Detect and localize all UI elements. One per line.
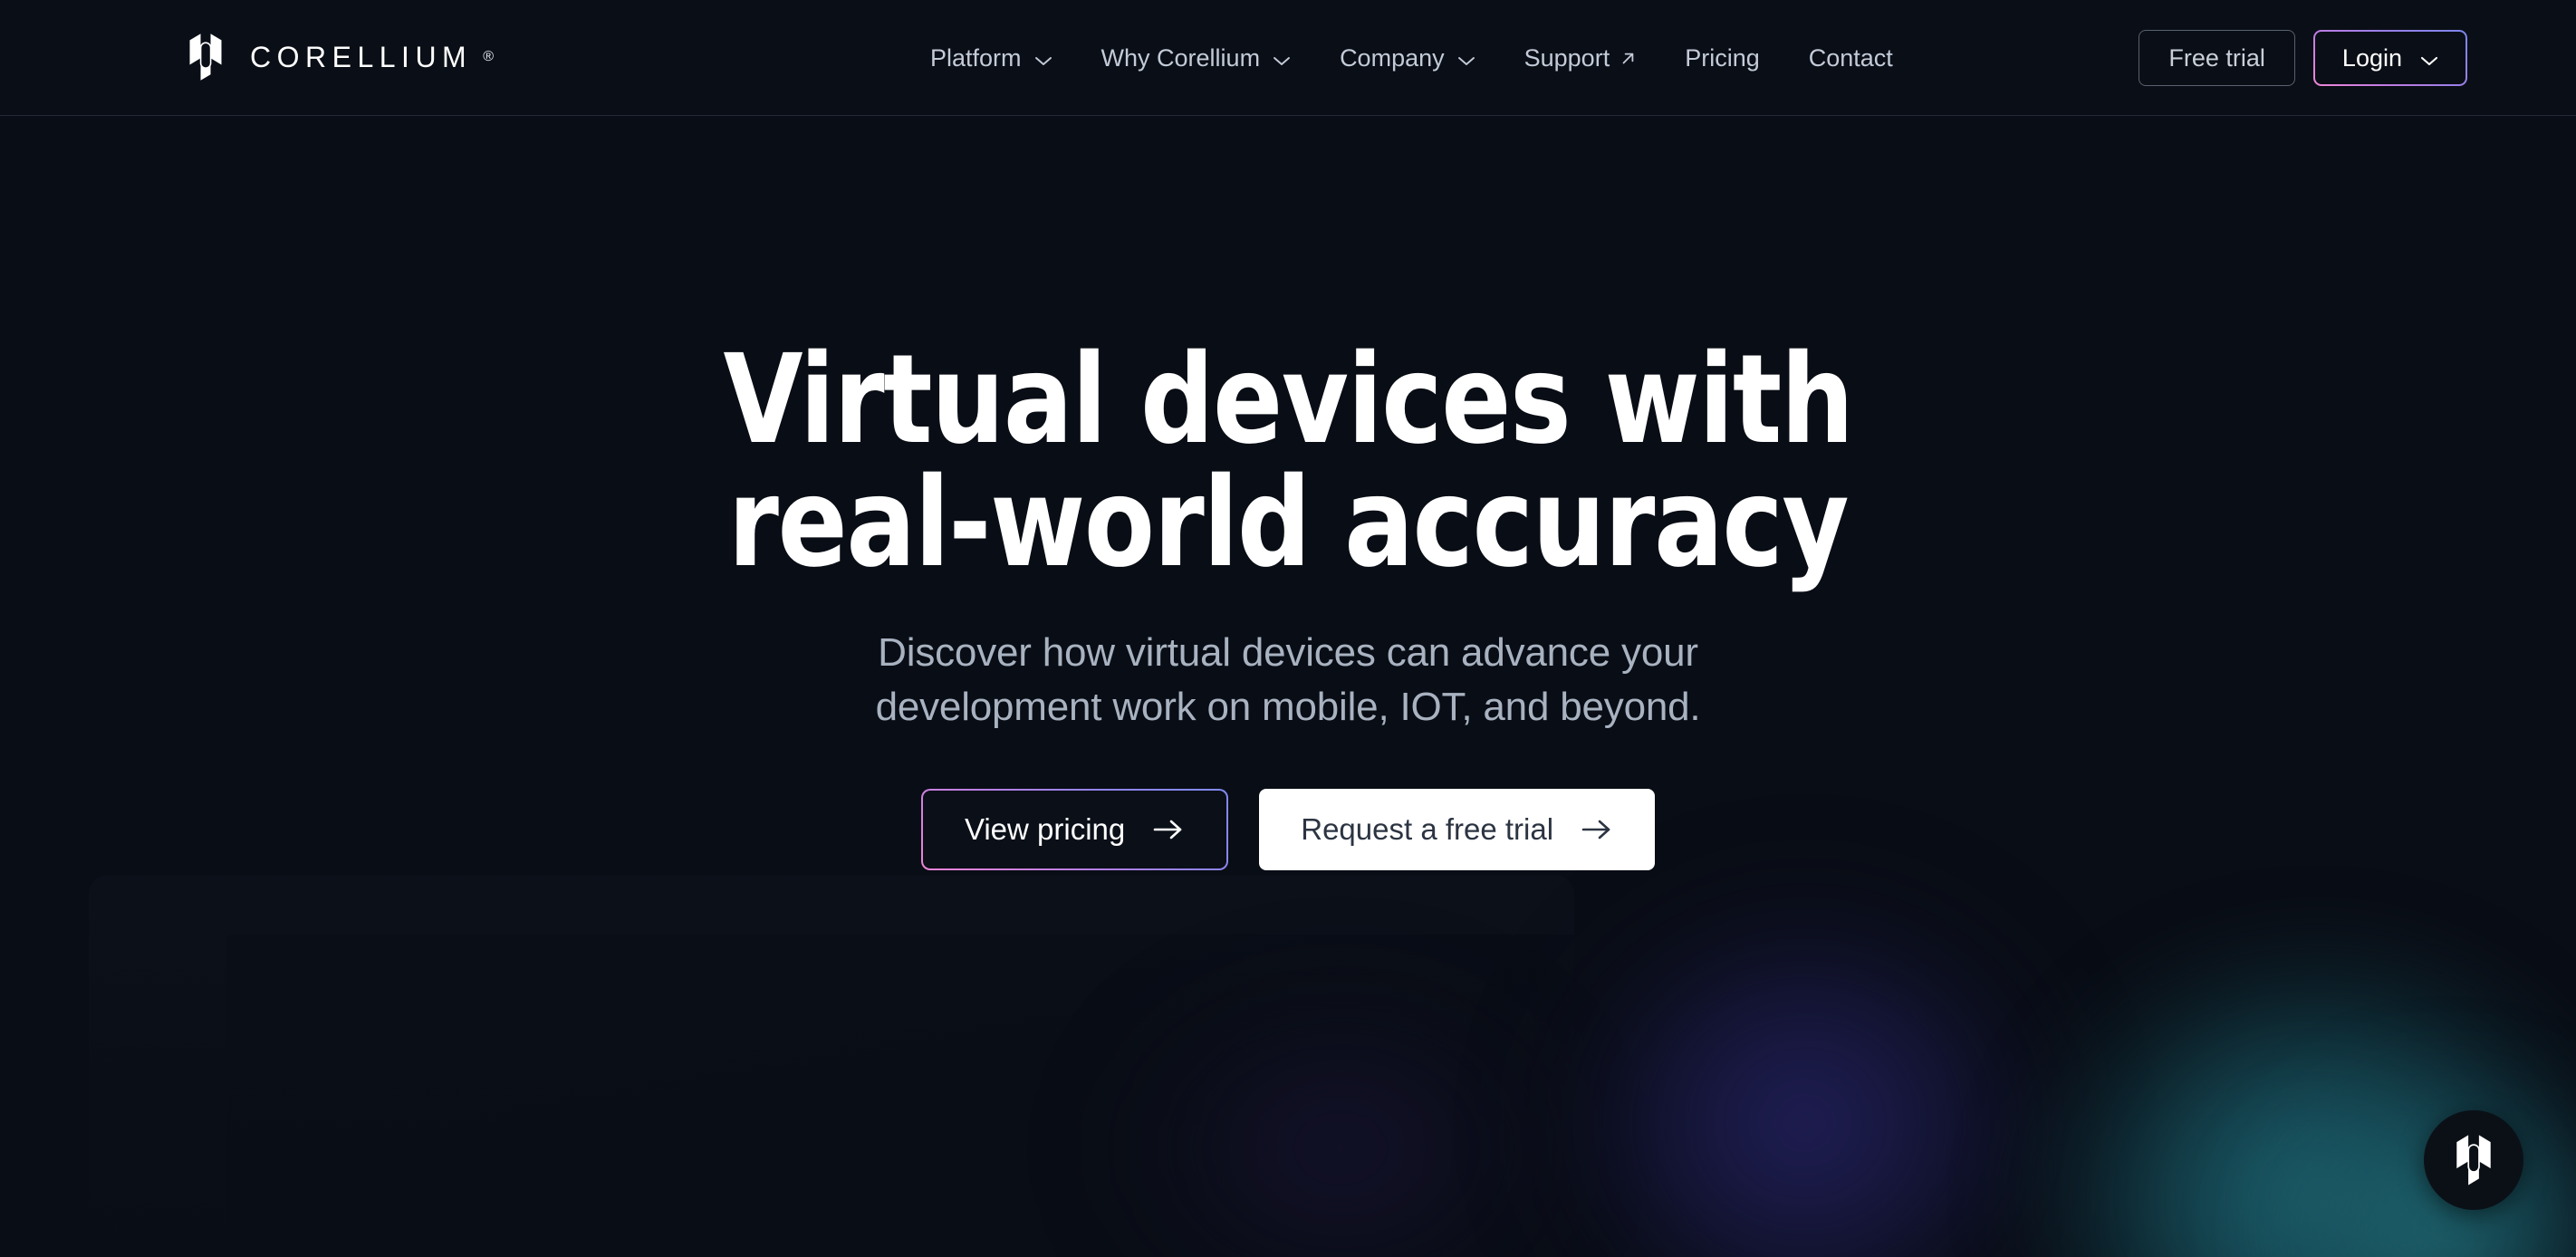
hero-heading-line-2: real-world accuracy (727, 452, 1850, 595)
chevron-down-icon (1034, 46, 1053, 71)
brand-wordmark: CORELLIUM (250, 41, 473, 73)
hero-screenshot-fade-overlay (0, 875, 1721, 1257)
login-button-inner: Login (2314, 32, 2465, 84)
hero-product-screenshot (89, 875, 1574, 1257)
arrow-right-icon (1581, 816, 1613, 843)
external-link-icon (1622, 46, 1636, 71)
nav-item-contact[interactable]: Contact (1784, 0, 1918, 116)
hero-section: Virtual devices with real-world accuracy… (0, 116, 2576, 1257)
request-free-trial-button-label: Request a free trial (1301, 811, 1554, 846)
chevron-down-icon (1273, 46, 1291, 71)
view-pricing-button-label: View pricing (964, 811, 1126, 846)
arrow-right-icon (1152, 816, 1185, 843)
nav-item-support[interactable]: Support (1500, 0, 1661, 116)
nav-item-why-corellium[interactable]: Why Corellium (1077, 0, 1316, 116)
view-pricing-button-inner: View pricing (922, 790, 1227, 868)
hero-heading-line-1: Virtual devices with (723, 329, 1853, 472)
registered-trademark-symbol: ® (483, 49, 494, 64)
primary-navigation: Platform Why Corellium Company Support P… (906, 0, 1918, 116)
nav-item-label: Support (1523, 43, 1610, 72)
free-trial-button[interactable]: Free trial (2139, 30, 2295, 86)
hero-subtitle-line-2: development work on mobile, IOT, and bey… (875, 685, 1701, 730)
corellium-landing-page: CORELLIUM ® Platform Why Corellium Compa… (0, 0, 2576, 1257)
corellium-logo-mark-icon (2453, 1132, 2494, 1188)
hero-heading: Virtual devices with real-world accuracy (91, 339, 2486, 585)
nav-item-label: Company (1340, 43, 1445, 72)
brand-logo-link[interactable]: CORELLIUM ® (187, 29, 494, 85)
indigo-glow (1431, 831, 2210, 1257)
nav-item-label: Why Corellium (1101, 43, 1261, 72)
login-button[interactable]: Login (2312, 30, 2467, 86)
hero-content: Virtual devices with real-world accuracy… (0, 116, 2576, 870)
login-button-label: Login (2341, 43, 2402, 72)
header-actions: Free trial Login (2139, 0, 2467, 116)
request-free-trial-button[interactable]: Request a free trial (1259, 788, 1656, 870)
violet-glow (1024, 913, 1658, 1257)
hero-screenshot-topbar (89, 875, 1574, 935)
chevron-down-icon (1457, 46, 1475, 71)
nav-item-company[interactable]: Company (1315, 0, 1500, 116)
hero-screenshot-sidebar (89, 875, 226, 1257)
nav-item-label: Pricing (1685, 43, 1760, 72)
nav-item-label: Contact (1808, 43, 1893, 72)
hero-subtitle-line-1: Discover how virtual devices can advance… (878, 630, 1698, 675)
site-header: CORELLIUM ® Platform Why Corellium Compa… (0, 0, 2576, 116)
hero-cta-group: View pricing Request a free trial (0, 788, 2576, 870)
corellium-logo-mark-icon (187, 31, 225, 83)
chevron-down-icon (2420, 44, 2438, 72)
nav-item-pricing[interactable]: Pricing (1660, 0, 1784, 116)
hero-subtitle: Discover how virtual devices can advance… (0, 626, 2576, 735)
nav-item-label: Platform (930, 43, 1022, 72)
chat-widget-button[interactable] (2424, 1110, 2523, 1210)
nav-item-platform[interactable]: Platform (906, 0, 1077, 116)
view-pricing-button[interactable]: View pricing (920, 788, 1229, 870)
